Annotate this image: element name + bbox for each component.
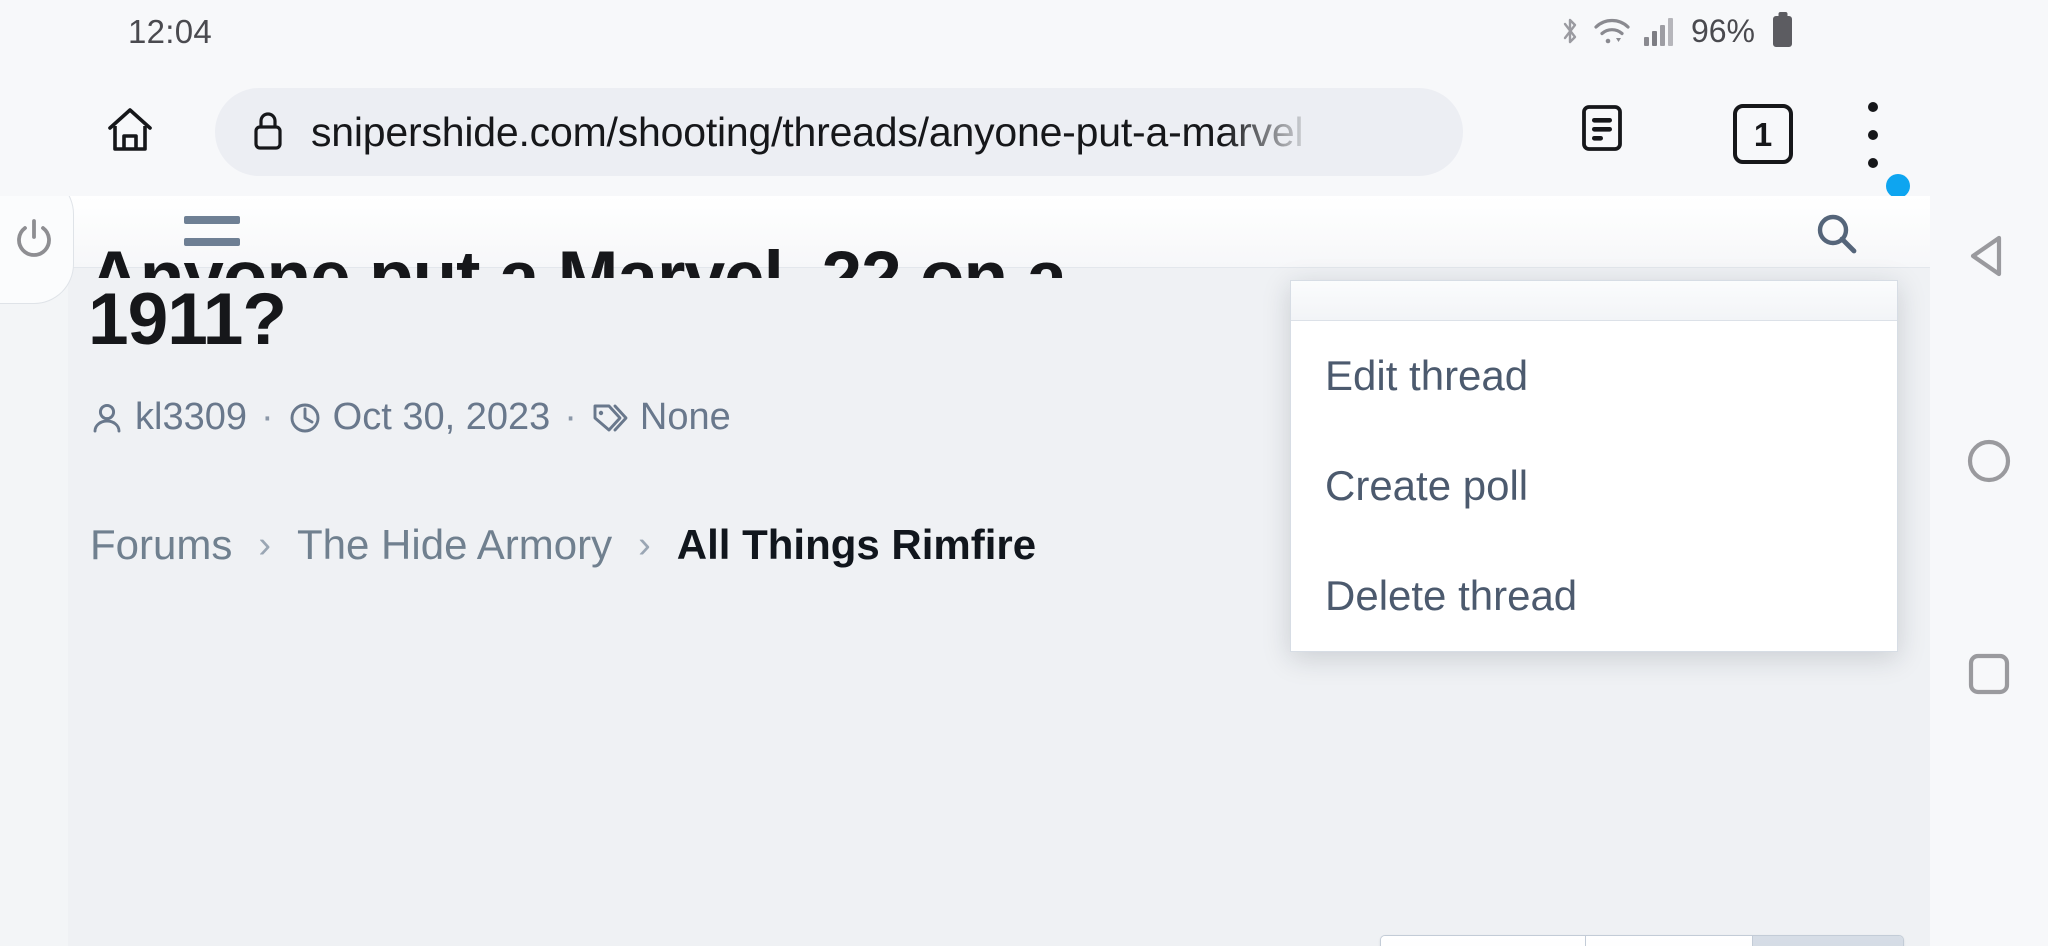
- menu-update-badge: [1886, 174, 1910, 198]
- menu-item-create-poll[interactable]: Create poll: [1291, 431, 1897, 541]
- cover-button[interactable]: Cover: [1381, 936, 1587, 946]
- more-options-button[interactable]: [1753, 936, 1903, 946]
- thread-tags: None: [639, 396, 731, 438]
- url-text[interactable]: snipershide.com/shooting/threads/anyone-…: [311, 109, 1304, 156]
- home-icon[interactable]: [92, 92, 168, 168]
- meta-separator-2: ·: [564, 396, 577, 438]
- battery-icon: [1773, 15, 1792, 47]
- thread-author[interactable]: kl3309: [135, 396, 247, 439]
- menu-item-edit-thread[interactable]: Edit thread: [1291, 321, 1897, 431]
- browser-toolbar: snipershide.com/shooting/threads/anyone-…: [0, 66, 1930, 198]
- watch-button[interactable]: Watch: [1586, 936, 1753, 946]
- status-bar: 12:04 96%: [0, 0, 1930, 66]
- breadcrumb-item-the-hide-armory[interactable]: The Hide Armory: [297, 521, 612, 569]
- phone-screen: 12:04 96% snipershide.com/shooting/threa…: [0, 0, 2048, 946]
- cellular-signal-icon: [1643, 16, 1676, 46]
- lock-icon: [251, 109, 289, 155]
- page-title-line2: 1911?: [88, 279, 287, 360]
- breadcrumb-item-all-things-rimfire: All Things Rimfire: [676, 521, 1037, 568]
- page-title: Anyone put a Marvel .22 on a 1911?: [88, 236, 1066, 362]
- breadcrumb: Forums › The Hide Armory › All Things Ri…: [90, 521, 1036, 569]
- tab-count: 1: [1753, 115, 1773, 153]
- battery-percent: 96%: [1690, 12, 1755, 49]
- breadcrumb-item-forums[interactable]: Forums: [90, 521, 232, 569]
- bluetooth-icon: [1560, 16, 1580, 46]
- chevron-right-icon-1: ›: [258, 523, 272, 566]
- dropdown-header: [1291, 281, 1897, 321]
- thread-action-buttons: Cover Watch: [1380, 935, 1904, 946]
- back-triangle-icon[interactable]: [1963, 230, 2015, 287]
- home-circle-icon[interactable]: [1963, 435, 2015, 492]
- reader-mode-icon[interactable]: [1576, 102, 1638, 164]
- thread-meta: kl3309 · Oct 30, 2023 · None: [90, 396, 731, 439]
- thread-date: Oct 30, 2023: [332, 396, 551, 438]
- overflow-menu-icon[interactable]: [1855, 102, 1891, 168]
- address-bar[interactable]: snipershide.com/shooting/threads/anyone-…: [215, 88, 1463, 176]
- clock-icon: [288, 401, 322, 435]
- recents-square-icon[interactable]: [1963, 648, 2015, 705]
- chevron-right-icon-2: ›: [638, 523, 651, 566]
- tab-counter-button[interactable]: 1: [1733, 104, 1793, 164]
- page-title-line1: Anyone put a Marvel .22 on a: [88, 237, 1067, 278]
- user-icon: [90, 401, 124, 435]
- tag-icon: [591, 401, 629, 435]
- search-icon[interactable]: [1810, 208, 1870, 268]
- menu-item-delete-thread[interactable]: Delete thread: [1291, 541, 1897, 651]
- status-indicators: 96%: [1560, 12, 1792, 50]
- status-clock: 12:04: [128, 13, 213, 50]
- wifi-icon: [1593, 16, 1631, 46]
- power-icon[interactable]: [0, 196, 74, 304]
- android-navigation-bar: [1930, 0, 2048, 946]
- meta-separator-1: ·: [260, 396, 274, 438]
- thread-options-dropdown: Edit thread Create poll Delete thread: [1290, 280, 1898, 652]
